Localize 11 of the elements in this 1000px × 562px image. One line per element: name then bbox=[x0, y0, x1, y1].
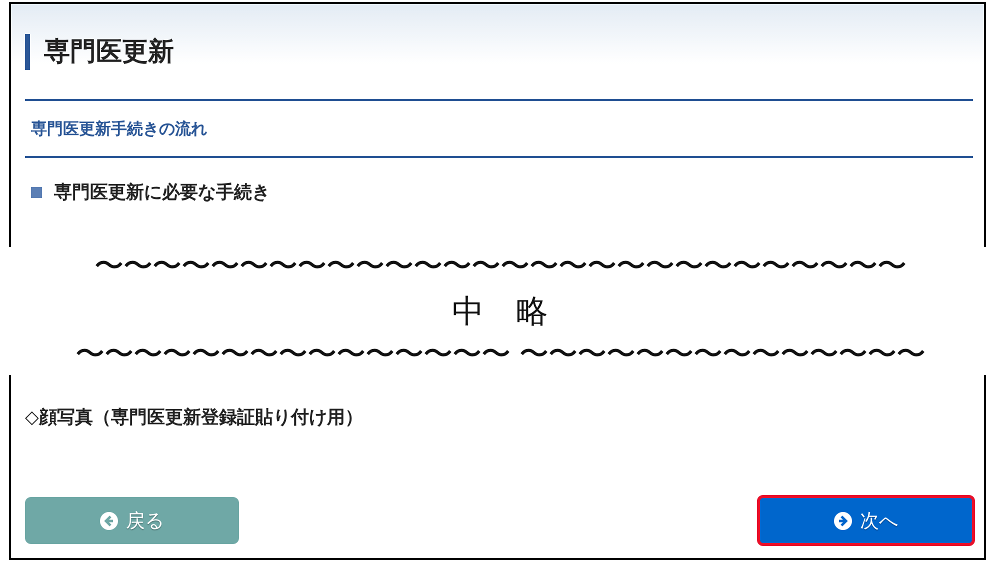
wave-line: 〜〜〜〜〜〜〜〜〜〜〜〜〜〜〜〜〜〜〜〜〜〜〜〜〜〜〜〜 bbox=[94, 250, 906, 284]
omission-label: 中 略 bbox=[452, 292, 548, 330]
next-button[interactable]: 次へ bbox=[757, 495, 975, 546]
bullet-square-icon bbox=[31, 186, 42, 198]
section-heading: 専門医更新に必要な手続き bbox=[54, 181, 270, 204]
arrow-left-icon bbox=[100, 512, 118, 530]
flow-link[interactable]: 専門医更新手続きの流れ bbox=[25, 101, 973, 156]
arrow-right-icon bbox=[834, 512, 852, 530]
wave-line: 〜〜〜〜〜〜〜〜〜〜〜〜〜〜〜 〜〜〜〜〜〜〜〜〜〜〜〜〜〜 bbox=[75, 338, 925, 372]
item-heading: ◇顔写真（専門医更新登録証貼り付け用） bbox=[25, 406, 364, 429]
page-title: 専門医更新 bbox=[25, 34, 973, 70]
